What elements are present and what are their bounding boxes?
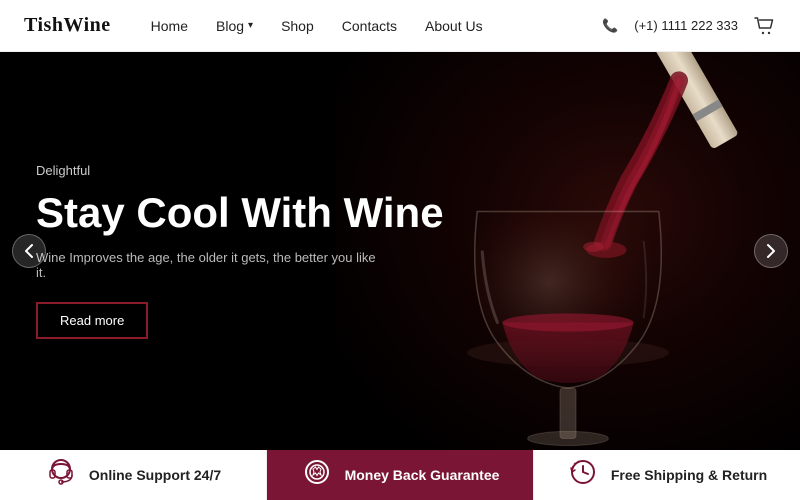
bottom-item-shipping: Free Shipping & Return [534,450,800,500]
bottom-item-support: Online Support 24/7 [0,450,267,500]
phone-number: (+1) 1111 222 333 [634,18,738,33]
hero-title: Stay Cool With Wine [36,190,444,236]
medal-icon [301,456,333,494]
nav-home[interactable]: Home [151,18,188,34]
phone-icon: 📞 [602,18,618,34]
nav-about[interactable]: About Us [425,18,483,34]
hero-description: Wine Improves the age, the older it gets… [36,250,376,280]
bottom-bar: Online Support 24/7 Money Back Guarantee… [0,450,800,500]
nav-shop[interactable]: Shop [281,18,314,34]
nav-contacts[interactable]: Contacts [342,18,397,34]
hero-content: Delightful Stay Cool With Wine Wine Impr… [0,163,480,339]
support-label: Online Support 24/7 [89,467,221,483]
hero-subtitle: Delightful [36,163,444,178]
guarantee-label: Money Back Guarantee [345,467,500,483]
nav-right: 📞 (+1) 1111 222 333 [602,17,776,35]
read-more-button[interactable]: Read more [36,302,148,339]
bottom-item-guarantee: Money Back Guarantee [267,450,534,500]
hero-section: Delightful Stay Cool With Wine Wine Impr… [0,52,800,450]
chevron-down-icon: ▾ [248,20,253,31]
hero-prev-arrow[interactable] [12,234,46,268]
headset-icon [45,456,77,494]
shipping-label: Free Shipping & Return [611,467,767,483]
hero-next-arrow[interactable] [754,234,788,268]
brand-logo[interactable]: TishWine [24,14,111,37]
cart-icon[interactable] [754,17,776,35]
nav-blog[interactable]: Blog ▾ [216,18,253,34]
navbar: TishWine Home Blog ▾ Shop Contacts About… [0,0,800,52]
clock-icon [567,456,599,494]
nav-links: Home Blog ▾ Shop Contacts About Us [151,18,602,34]
